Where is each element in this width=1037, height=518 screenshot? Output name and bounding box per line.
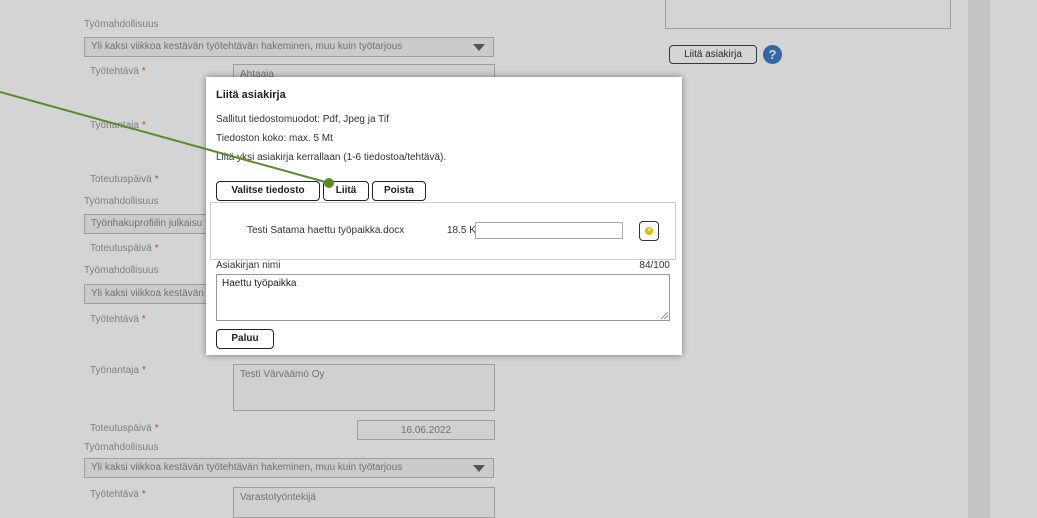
annotation-line — [0, 91, 330, 184]
annotation-dot — [324, 178, 334, 188]
annotation-arrow — [0, 91, 334, 188]
